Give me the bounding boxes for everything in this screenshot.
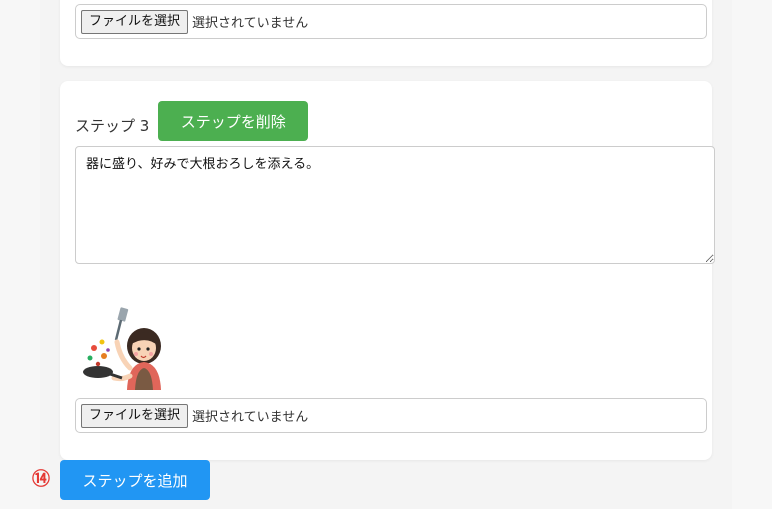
step-card: ステップ 3 ステップを削除 器に盛り、好みで大根おろしを添える。 ファイルを選…: [60, 81, 715, 460]
page: ファイルを選択 選択されていません ステップ 3 ステップを削除 器に盛り、好み…: [0, 0, 772, 509]
step-description-textarea[interactable]: 器に盛り、好みで大根おろしを添える。: [75, 146, 715, 264]
step-file-input[interactable]: ファイルを選択 選択されていません: [75, 398, 707, 433]
step-header: ステップ 3 ステップを削除: [75, 101, 309, 141]
previous-step-file-status: 選択されていません: [192, 16, 309, 31]
previous-step-file-input[interactable]: ファイルを選択 選択されていません: [75, 4, 707, 39]
delete-step-button[interactable]: ステップを削除: [158, 101, 309, 141]
previous-step-file-select-button[interactable]: ファイルを選択: [81, 9, 189, 34]
step-file-select-button[interactable]: ファイルを選択: [81, 403, 189, 428]
step-label: ステップ 3: [75, 116, 150, 135]
previous-step-card: ファイルを選択 選択されていません: [60, 0, 712, 66]
left-gutter: [0, 0, 40, 509]
right-gutter: [732, 0, 772, 509]
cooking-woman-illustration-icon: [83, 307, 161, 390]
annotation-marker: ⑭: [32, 469, 50, 490]
step-file-status: 選択されていません: [192, 410, 309, 425]
add-step-button[interactable]: ステップを追加: [60, 460, 210, 500]
